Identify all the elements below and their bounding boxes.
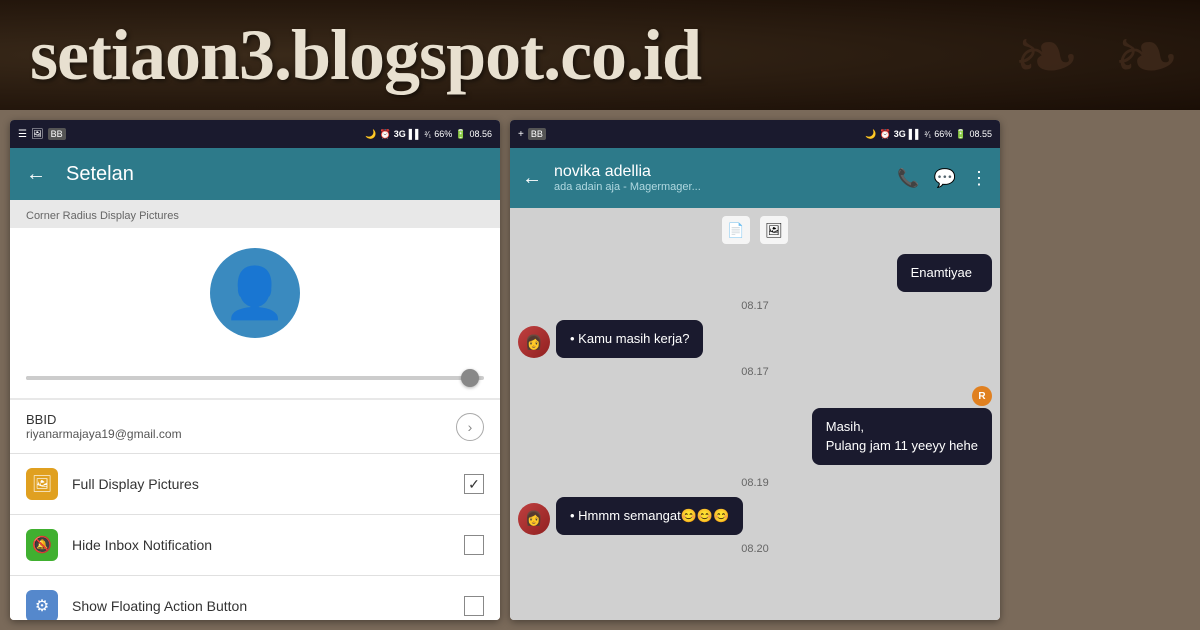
alarm-icon: ⏰ <box>380 129 391 140</box>
bb-icon-right: BB <box>528 128 546 140</box>
signal-2: ²⁄₁ <box>425 130 432 139</box>
time-right: 08.55 <box>969 129 992 139</box>
section-label: Corner Radius Display Pictures <box>10 200 500 228</box>
menu-item-floating[interactable]: ⚙ Show Floating Action Button <box>10 575 500 620</box>
chat-header-icons: 📞 💬 ⋮ <box>897 168 988 189</box>
chat-body: 📄 🖼 Enamtiyae 08.17 👩 • Kamu <box>510 208 1000 620</box>
msg-row-hmmm: 👩 • Hmmm semangat😊😊😊 <box>518 497 992 535</box>
site-title: setiaon3.blogspot.co.id <box>30 14 701 97</box>
media-icons-row: 📄 🖼 <box>518 216 992 244</box>
settings-title: Setelan <box>66 163 134 186</box>
timestamp-0817-2: 08.17 <box>518 366 992 378</box>
full-display-label: Full Display Pictures <box>72 476 450 492</box>
contact-avatar-2: 👩 <box>518 503 550 535</box>
floating-label: Show Floating Action Button <box>72 598 450 614</box>
sender-initial-badge: R <box>972 386 992 406</box>
status-right-left: 🌙 ⏰ 3G ▌▌ ²⁄₁ 66% 🔋 08.56 <box>365 129 492 140</box>
moon-icon-r: 🌙 <box>865 129 876 140</box>
menu-item-full-display[interactable]: 🖼 Full Display Pictures ✓ <box>10 453 500 514</box>
bubble-hmmm: • Hmmm semangat😊😊😊 <box>556 497 743 535</box>
person-icon: 👤 <box>224 264 286 323</box>
signal-bars: ▌▌ <box>409 129 422 139</box>
contact-avatar-1: 👩 <box>518 326 550 358</box>
moon-icon: 🌙 <box>365 129 376 140</box>
bubble-kamu: • Kamu masih kerja? <box>556 320 703 358</box>
header-banner: setiaon3.blogspot.co.id <box>0 0 1200 110</box>
sent-name-badge: R <box>518 386 992 406</box>
avatar-img-2: 👩 <box>518 503 550 535</box>
status-right-right: 🌙 ⏰ 3G ▌▌ ²⁄₁ 66% 🔋 08.55 <box>865 129 992 140</box>
network-3g: 3G <box>394 129 406 139</box>
avatar: 👤 <box>210 248 300 338</box>
msg-text-enamtiyae: Enamtiyae <box>911 265 972 280</box>
phone-right: + BB 🌙 ⏰ 3G ▌▌ ²⁄₁ 66% 🔋 08.55 ← novika … <box>510 120 1000 620</box>
msg-text-hmmm: • Hmmm semangat😊😊😊 <box>570 508 729 523</box>
back-button[interactable]: ← <box>26 163 46 186</box>
bubble-enamtiyae: Enamtiyae <box>897 254 992 292</box>
bubble-masih: Masih,Pulang jam 11 yeeyy hehe <box>812 408 992 464</box>
battery-percent-r: 66% <box>934 129 952 139</box>
battery-icon: 🔋 <box>455 129 466 140</box>
bbid-label: BBID <box>26 412 182 427</box>
media-icon-1[interactable]: 📄 <box>722 216 750 244</box>
hide-inbox-label: Hide Inbox Notification <box>72 537 450 553</box>
msg-row-masih: Masih,Pulang jam 11 yeeyy hehe <box>518 408 992 464</box>
signal-2-r: ²⁄₁ <box>925 130 932 139</box>
main-content: ☰ 🖼 BB 🌙 ⏰ 3G ▌▌ ²⁄₁ 66% 🔋 08.56 ← Setel… <box>0 110 1200 630</box>
full-display-checkbox[interactable]: ✓ <box>464 474 484 494</box>
bbid-section[interactable]: BBID riyanarmajaya19@gmail.com › <box>10 400 500 453</box>
contact-status: ada adain aja - Magermager... <box>554 181 885 193</box>
media-icon-2[interactable]: 🖼 <box>760 216 788 244</box>
chat-back-button[interactable]: ← <box>522 167 542 190</box>
menu-item-hide-inbox[interactable]: 🔕 Hide Inbox Notification <box>10 514 500 575</box>
battery-percent: 66% <box>434 129 452 139</box>
settings-body: Corner Radius Display Pictures 👤 BBID ri… <box>10 200 500 620</box>
bbid-info: BBID riyanarmajaya19@gmail.com <box>26 412 182 441</box>
slider-fill <box>26 376 438 380</box>
slider-section[interactable] <box>10 358 500 398</box>
more-icon[interactable]: ⋮ <box>970 168 988 189</box>
msg-row-masih-wrapper: R Masih,Pulang jam 11 yeeyy hehe <box>518 386 992 468</box>
radius-slider-track[interactable] <box>26 376 484 380</box>
status-left-icons: ☰ 🖼 BB <box>18 128 66 140</box>
msg-text-kamu: • Kamu masih kerja? <box>570 331 689 346</box>
alarm-icon-r: ⏰ <box>880 129 891 140</box>
hide-inbox-checkbox[interactable] <box>464 535 484 555</box>
network-3g-r: 3G <box>894 129 906 139</box>
msg-row-kamu: 👩 • Kamu masih kerja? <box>518 320 992 358</box>
chat-app-bar: ← novika adellia ada adain aja - Magerma… <box>510 148 1000 208</box>
contact-name: novika adellia <box>554 163 885 181</box>
floating-checkbox[interactable] <box>464 596 484 616</box>
phone-left: ☰ 🖼 BB 🌙 ⏰ 3G ▌▌ ²⁄₁ 66% 🔋 08.56 ← Setel… <box>10 120 500 620</box>
floating-icon: ⚙ <box>26 590 58 620</box>
bb-icon: BB <box>48 128 66 140</box>
timestamp-0820: 08.20 <box>518 543 992 555</box>
slider-thumb[interactable] <box>461 369 479 387</box>
signal-bars-r: ▌▌ <box>909 129 922 139</box>
menu-icon: ☰ <box>18 129 27 140</box>
timestamp-0817-1: 08.17 <box>518 300 992 312</box>
bbid-value: riyanarmajaya19@gmail.com <box>26 427 182 441</box>
plus-icon: + <box>518 129 524 140</box>
msg-text-masih: Masih,Pulang jam 11 yeeyy hehe <box>826 419 978 452</box>
image-icon: 🖼 <box>31 129 44 140</box>
call-icon[interactable]: 📞 <box>897 168 919 189</box>
bbid-arrow[interactable]: › <box>456 413 484 441</box>
battery-icon-r: 🔋 <box>955 129 966 140</box>
time-left: 08.56 <box>469 129 492 139</box>
avatar-section: 👤 <box>10 228 500 358</box>
hide-inbox-icon: 🔕 <box>26 529 58 561</box>
full-display-icon: 🖼 <box>26 468 58 500</box>
settings-app-bar: ← Setelan <box>10 148 500 200</box>
chat-icon[interactable]: 💬 <box>934 168 956 189</box>
avatar-img-1: 👩 <box>518 326 550 358</box>
status-right-left-icons: + BB <box>518 128 546 140</box>
timestamp-0819: 08.19 <box>518 477 992 489</box>
msg-enamtiyae: Enamtiyae <box>518 254 992 292</box>
status-bar-right: + BB 🌙 ⏰ 3G ▌▌ ²⁄₁ 66% 🔋 08.55 <box>510 120 1000 148</box>
status-bar-left: ☰ 🖼 BB 🌙 ⏰ 3G ▌▌ ²⁄₁ 66% 🔋 08.56 <box>10 120 500 148</box>
chat-contact-info[interactable]: novika adellia ada adain aja - Magermage… <box>554 163 885 193</box>
